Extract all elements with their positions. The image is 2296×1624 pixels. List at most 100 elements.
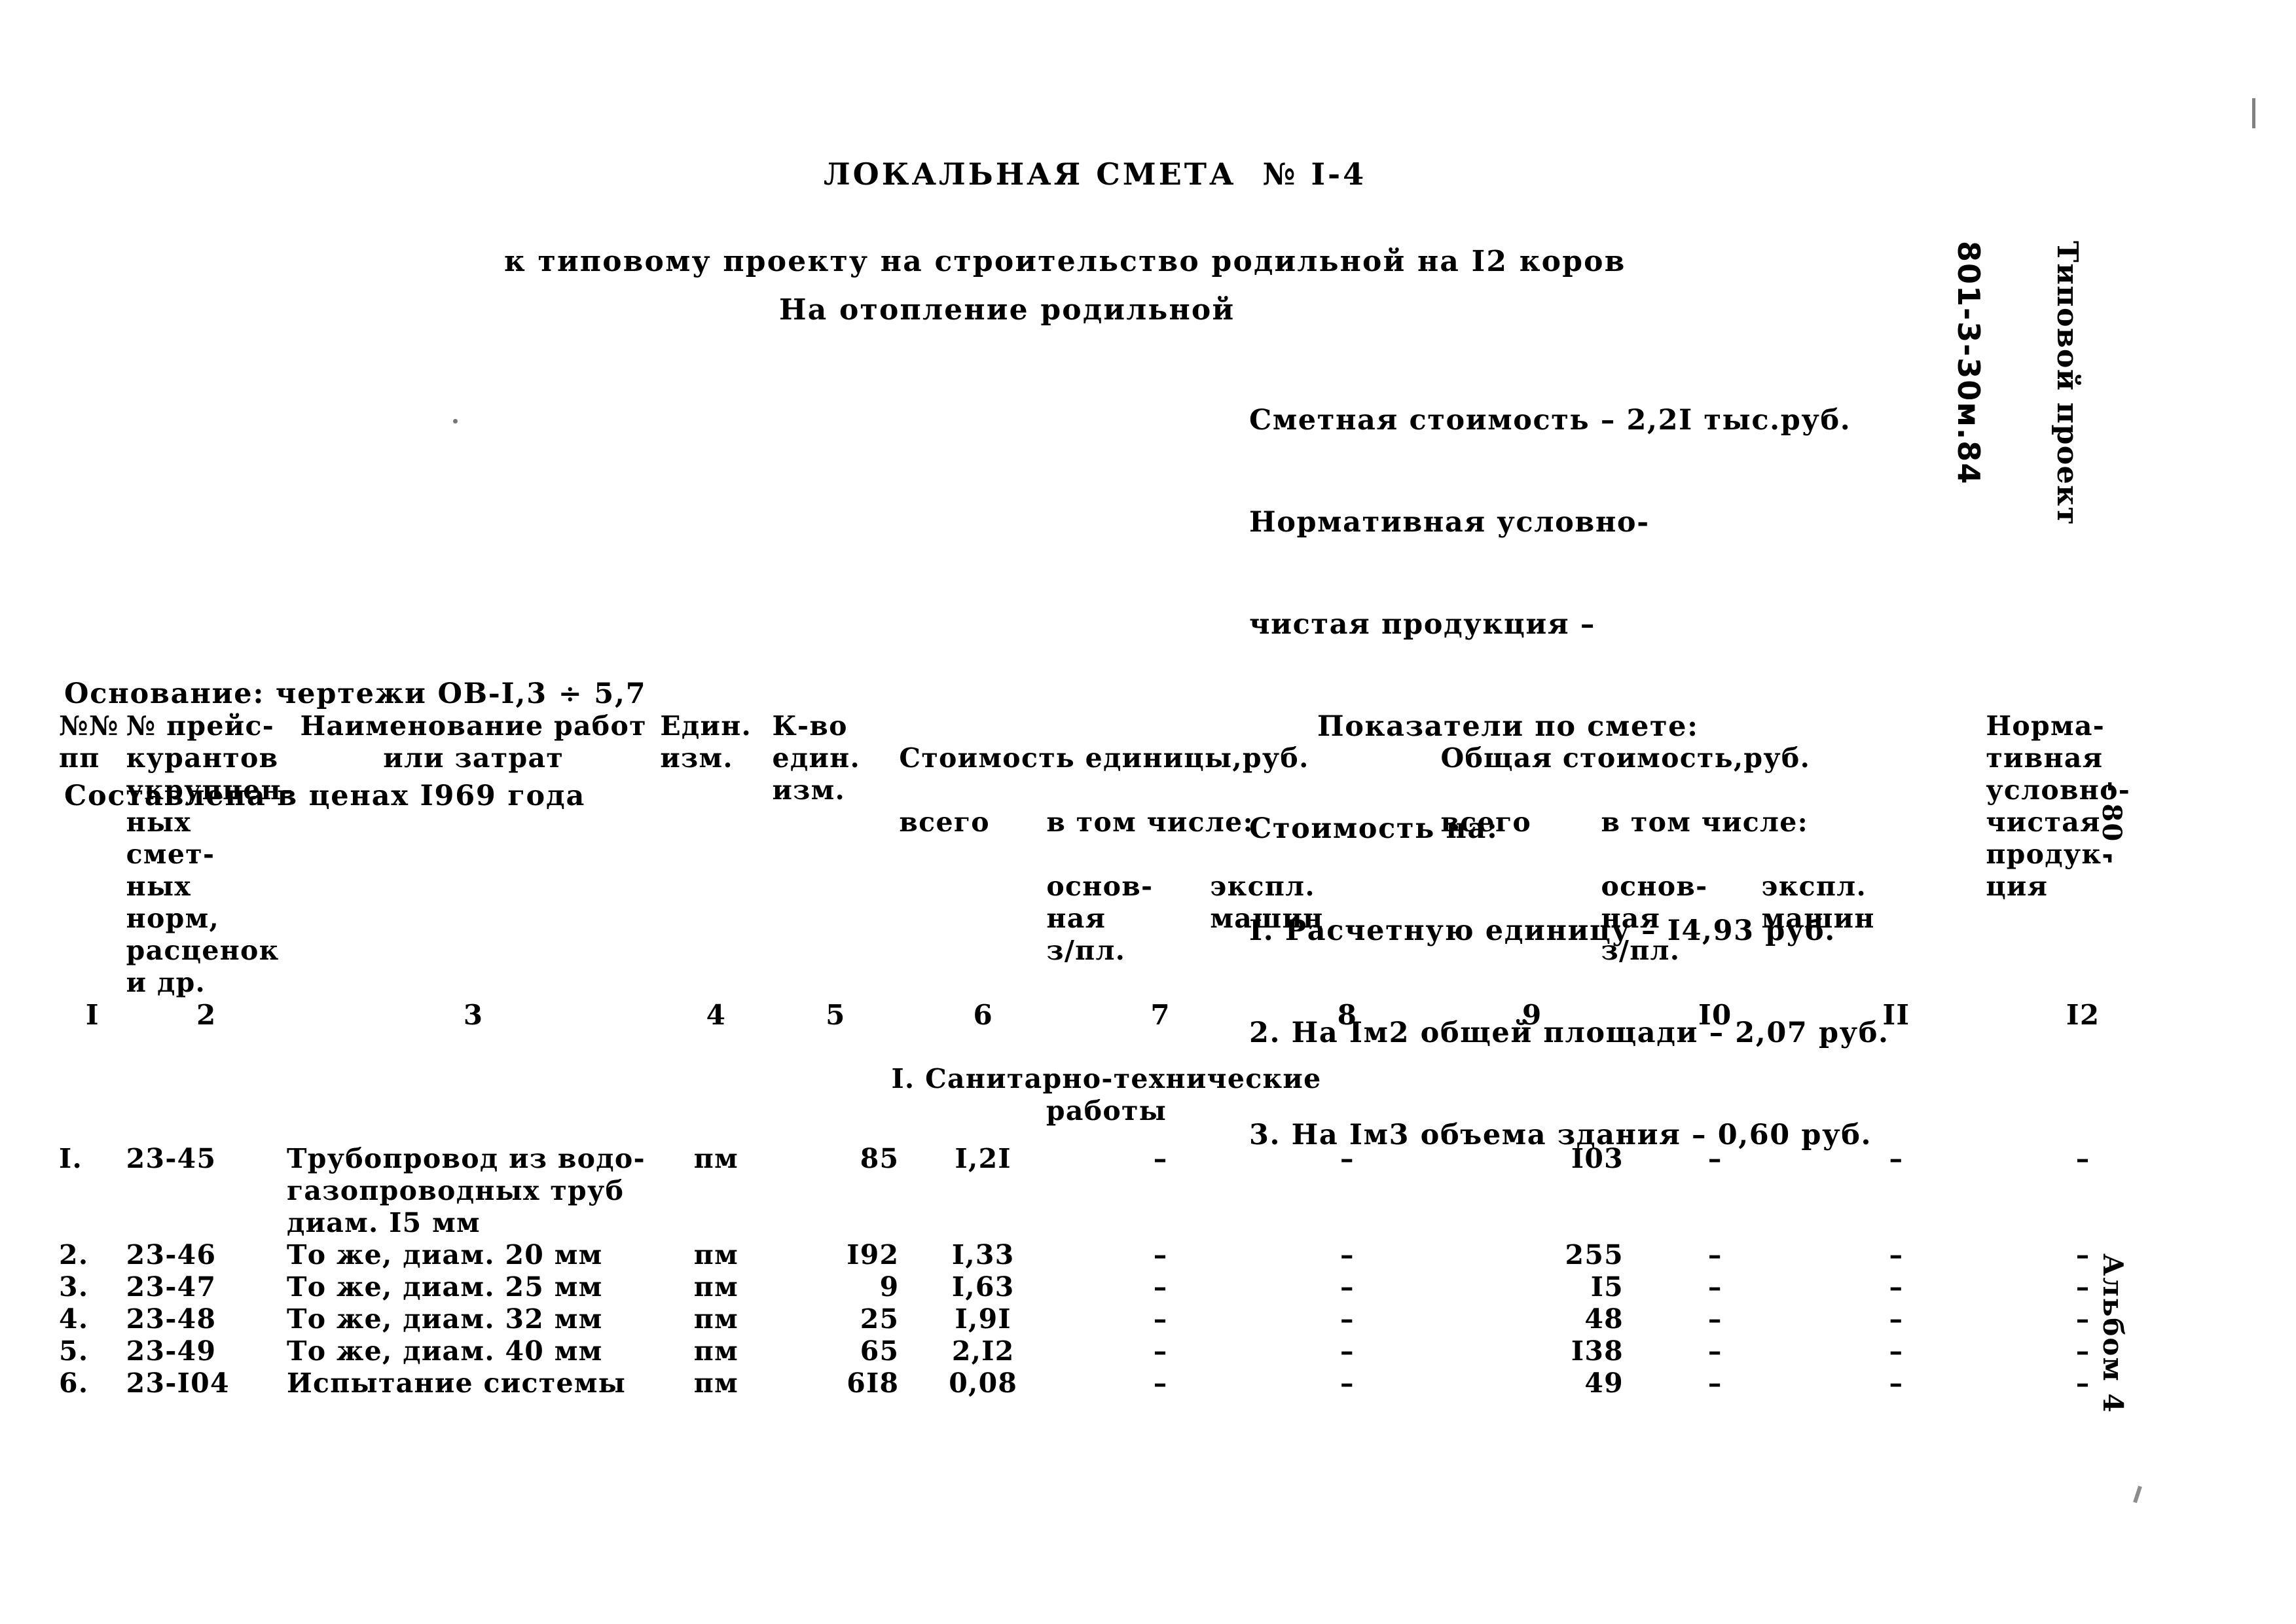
colnum-7: 7 [1150, 999, 1171, 1031]
table-section-title-row: I. Санитарно-технические работы [59, 1031, 2180, 1127]
table-row[interactable]: 6. 23-I04 Испытание системы пм 6I8 0,08 … [59, 1367, 2180, 1399]
row-qty: 25 [860, 1303, 900, 1335]
row-unit-total: 2,I2 [951, 1335, 1015, 1367]
header-col9-spacer [1441, 871, 1601, 967]
row-unit-total: I,33 [951, 1239, 1015, 1271]
project-stamp-label: Типовой проект [2050, 241, 2084, 526]
table-row[interactable]: 5. 23-49 То же, диам. 40 мм пм 65 2,I2 –… [59, 1335, 2180, 1367]
row-qty: 85 [860, 1143, 900, 1174]
row-unit-total: I,2I [955, 1143, 1011, 1174]
header-col5: К-во един. изм. [772, 710, 861, 806]
row-number: 3. [59, 1271, 89, 1303]
row-name: То же, диам. 20 мм [286, 1239, 603, 1271]
row-total-wage: – [1707, 1271, 1722, 1303]
table-header-group-row: №№ пп № прейс- курантов укрупнен- ных см… [59, 710, 2180, 999]
row-unit: пм [693, 1335, 739, 1367]
row-nchp: – [2075, 1271, 2090, 1303]
row-unit-wage: – [1153, 1303, 1168, 1335]
row-total: 48 [1584, 1303, 1624, 1335]
header-col2: № прейс- курантов укрупнен- ных смет- ны… [126, 710, 294, 998]
row-unit-machine: – [1339, 1303, 1355, 1335]
header-group-unit-cost: Стоимость единицы,руб. всего в том числе… [899, 710, 1440, 999]
table-column-number-row: I 2 3 4 5 6 7 8 9 I0 II I2 [59, 999, 2180, 1031]
header-col7: основ- ная з/пл. [1046, 871, 1154, 966]
row-total: 49 [1584, 1367, 1624, 1399]
estimate-table: №№ пп № прейс- курантов укрупнен- ных см… [59, 710, 2180, 1399]
row-nchp: – [2075, 1143, 2090, 1174]
row-code: 23-I04 [126, 1367, 230, 1399]
row-qty: I92 [847, 1239, 900, 1271]
colnum-11: II [1882, 999, 1910, 1031]
header-col3: Наименование работ или затрат [300, 710, 647, 774]
row-qty: 6I8 [847, 1367, 900, 1399]
project-stamp: Типовой проект 801-3-30м.84 [1887, 241, 2149, 526]
colnum-9: 9 [1522, 999, 1542, 1031]
row-name: То же, диам. 32 мм [286, 1303, 603, 1335]
row-total-machine: – [1889, 1303, 1904, 1335]
colnum-4: 4 [706, 999, 727, 1031]
scan-speckle [2252, 98, 2255, 128]
header-col9: всего [1440, 806, 1532, 838]
project-stamp-code: 801-3-30м.84 [1951, 241, 1986, 486]
row-total: I5 [1590, 1271, 1624, 1303]
album-label: Альбом 4 [2097, 1254, 2129, 1414]
row-total-machine: – [1889, 1143, 1904, 1174]
row-number: 2. [59, 1239, 89, 1271]
row-total-wage: – [1707, 1239, 1722, 1271]
row-name: Трубопровод из водо- газопроводных труб … [286, 1143, 646, 1238]
table-row[interactable]: 4. 23-48 То же, диам. 32 мм пм 25 I,9I –… [59, 1303, 2180, 1335]
row-unit-wage: – [1153, 1271, 1168, 1303]
basis-drawings: Основание: чертежи ОВ-I,3 ÷ 5,7 [64, 677, 647, 710]
header-col12: Норма- тивная условно- чистая продук- ци… [1986, 710, 2131, 902]
table-row[interactable]: 2. 23-46 То же, диам. 20 мм пм I92 I,33 … [59, 1239, 2180, 1271]
row-unit: пм [693, 1271, 739, 1303]
row-unit: пм [693, 1143, 739, 1174]
colnum-1: I [85, 999, 100, 1031]
row-unit-machine: – [1339, 1271, 1355, 1303]
header-col11: экспл. машин [1761, 871, 1875, 934]
header-group-unit-incl: в том числе: [1046, 806, 1254, 838]
header-group-total-incl: в том числе: [1601, 806, 1809, 838]
row-number: 6. [59, 1367, 89, 1399]
row-nchp: – [2075, 1367, 2090, 1399]
row-unit-total: I,63 [951, 1271, 1015, 1303]
row-code: 23-46 [126, 1239, 217, 1271]
row-total: 255 [1565, 1239, 1624, 1271]
row-code: 23-49 [126, 1335, 217, 1367]
table-section-title: I. Санитарно-технические работы [891, 1063, 1322, 1127]
row-total-wage: – [1707, 1303, 1722, 1335]
colnum-8: 8 [1337, 999, 1358, 1031]
row-total-machine: – [1889, 1335, 1904, 1367]
row-unit-wage: – [1153, 1367, 1168, 1399]
colnum-2: 2 [196, 999, 217, 1031]
header-col6: всего [899, 806, 990, 838]
table-row[interactable]: I. 23-45 Трубопровод из водо- газопровод… [59, 1127, 2180, 1239]
page-number: - 80 - [2096, 781, 2127, 865]
row-unit: пм [693, 1239, 739, 1271]
table-row[interactable]: 3. 23-47 То же, диам. 25 мм пм 9 I,63 – … [59, 1271, 2180, 1303]
colnum-12: I2 [2066, 999, 2100, 1031]
row-unit-wage: – [1153, 1239, 1168, 1271]
row-total: I03 [1571, 1143, 1624, 1174]
row-unit-total: 0,08 [949, 1367, 1018, 1399]
scan-speckle [453, 419, 458, 424]
row-total-wage: – [1707, 1367, 1722, 1399]
header-group-total-cost: Общая стоимость,руб. всего в том числе: … [1441, 710, 1986, 999]
row-number: 4. [59, 1303, 89, 1335]
row-unit-machine: – [1339, 1335, 1355, 1367]
row-qty: 65 [860, 1335, 900, 1367]
header-col6-spacer [899, 871, 1046, 967]
estimate-table-wrapper: №№ пп № прейс- курантов укрупнен- ных см… [0, 710, 2296, 1399]
row-code: 23-47 [126, 1271, 217, 1303]
row-total-machine: – [1889, 1367, 1904, 1399]
scan-speckle [2133, 1485, 2142, 1504]
colnum-6: 6 [973, 999, 993, 1031]
row-code: 23-45 [126, 1143, 217, 1174]
table-section-title-cell: I. Санитарно-технические работы [59, 1031, 2180, 1127]
header-col10: основ- ная з/пл. [1601, 871, 1708, 966]
row-nchp: – [2075, 1303, 2090, 1335]
document-subtitle-scope: На отопление родильной [779, 293, 1235, 327]
page-title: ЛОКАЛЬНАЯ СМЕТА № I-4 [824, 156, 1367, 192]
row-total-machine: – [1889, 1271, 1904, 1303]
header-col1: №№ пп [59, 710, 119, 774]
